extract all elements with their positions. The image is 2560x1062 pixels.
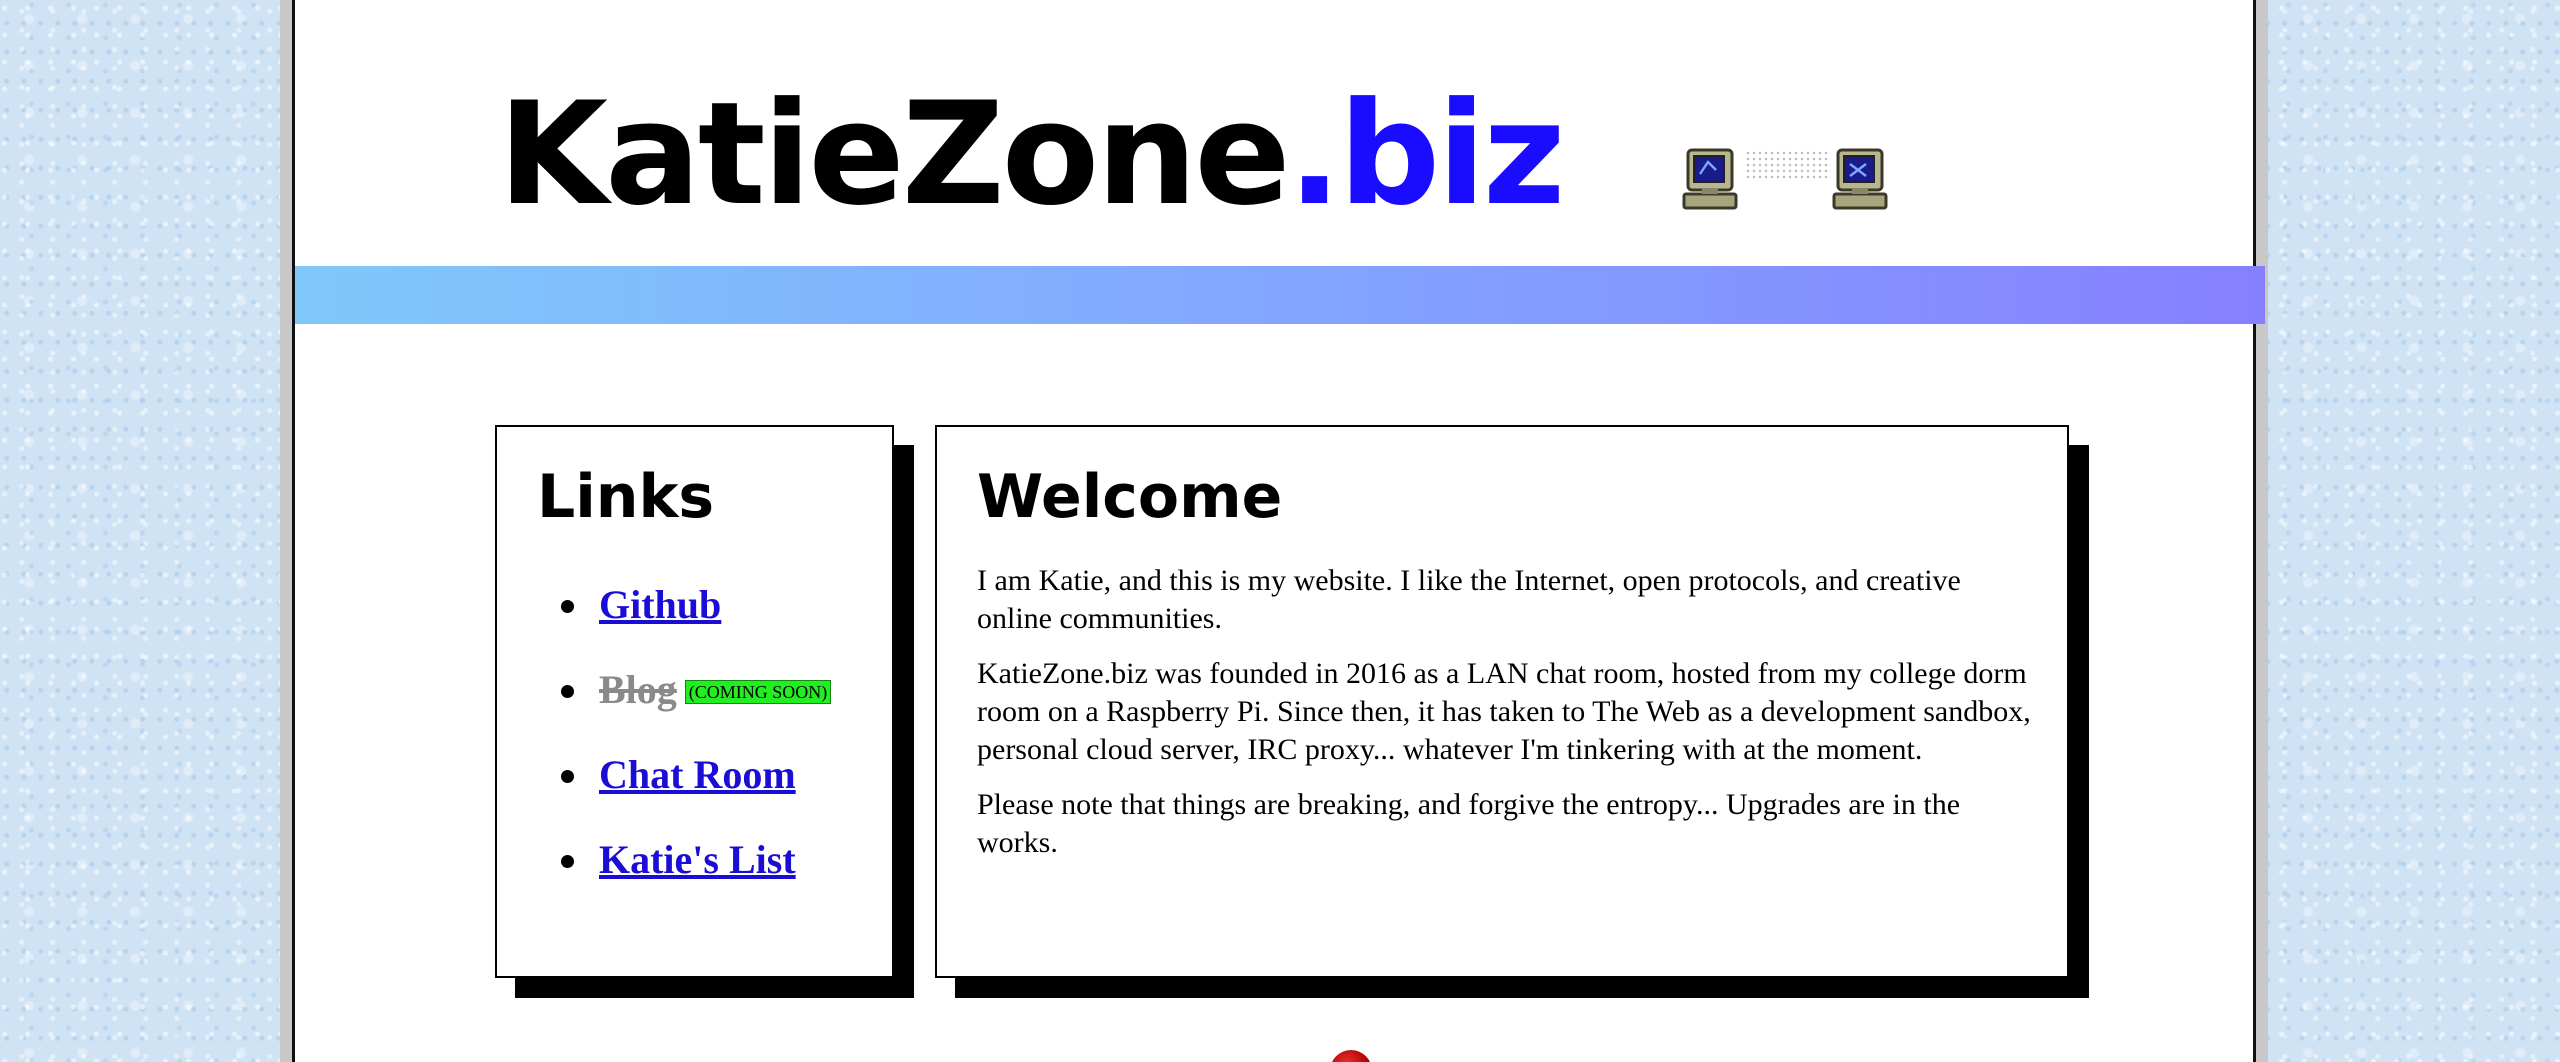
- welcome-paragraph: Please note that things are breaking, an…: [977, 788, 1961, 859]
- computer-icon: [1832, 148, 1888, 210]
- katies-list-link[interactable]: Katie's List: [599, 837, 796, 882]
- red-seal-icon: [1330, 1050, 1372, 1062]
- site-title-tld: .biz: [1287, 72, 1566, 237]
- github-link[interactable]: Github: [599, 582, 721, 627]
- links-panel: Links Github Blog (COMING SOON) Chat Room…: [495, 425, 894, 978]
- links-list: Github Blog (COMING SOON) Chat Room Katie…: [537, 577, 832, 917]
- link-item-blog: Blog (COMING SOON): [537, 662, 832, 747]
- site-title: KatieZone.biz: [498, 84, 1566, 226]
- coming-soon-badge: (COMING SOON): [684, 679, 832, 704]
- welcome-panel: Welcome I am Katie, and this is my websi…: [935, 425, 2069, 978]
- blog-link-disabled: Blog: [599, 667, 677, 712]
- chat-room-link[interactable]: Chat Room: [599, 752, 796, 797]
- site-title-main: KatieZone: [498, 72, 1291, 237]
- links-heading: Links: [537, 462, 715, 532]
- link-item-chat-room: Chat Room: [537, 747, 831, 832]
- header-gradient-banner: [295, 266, 2265, 324]
- welcome-body: I am Katie, and this is my website. I li…: [977, 562, 2037, 879]
- page-frame: KatieZone.biz Links Github Blog(COMING S…: [292, 0, 2265, 1062]
- computer-icon: [1682, 148, 1738, 210]
- page-container: KatieZone.biz Links Github Blog(COMING S…: [280, 0, 2268, 1062]
- link-item-github: Github: [537, 577, 831, 662]
- welcome-heading: Welcome: [977, 462, 1283, 532]
- link-item-katies-list: Katie's List: [537, 832, 831, 917]
- network-connection-dots: [1745, 150, 1831, 180]
- welcome-paragraph: KatieZone.biz was founded in 2016 as a L…: [977, 657, 2031, 766]
- welcome-paragraph: I am Katie, and this is my website. I li…: [977, 564, 1961, 635]
